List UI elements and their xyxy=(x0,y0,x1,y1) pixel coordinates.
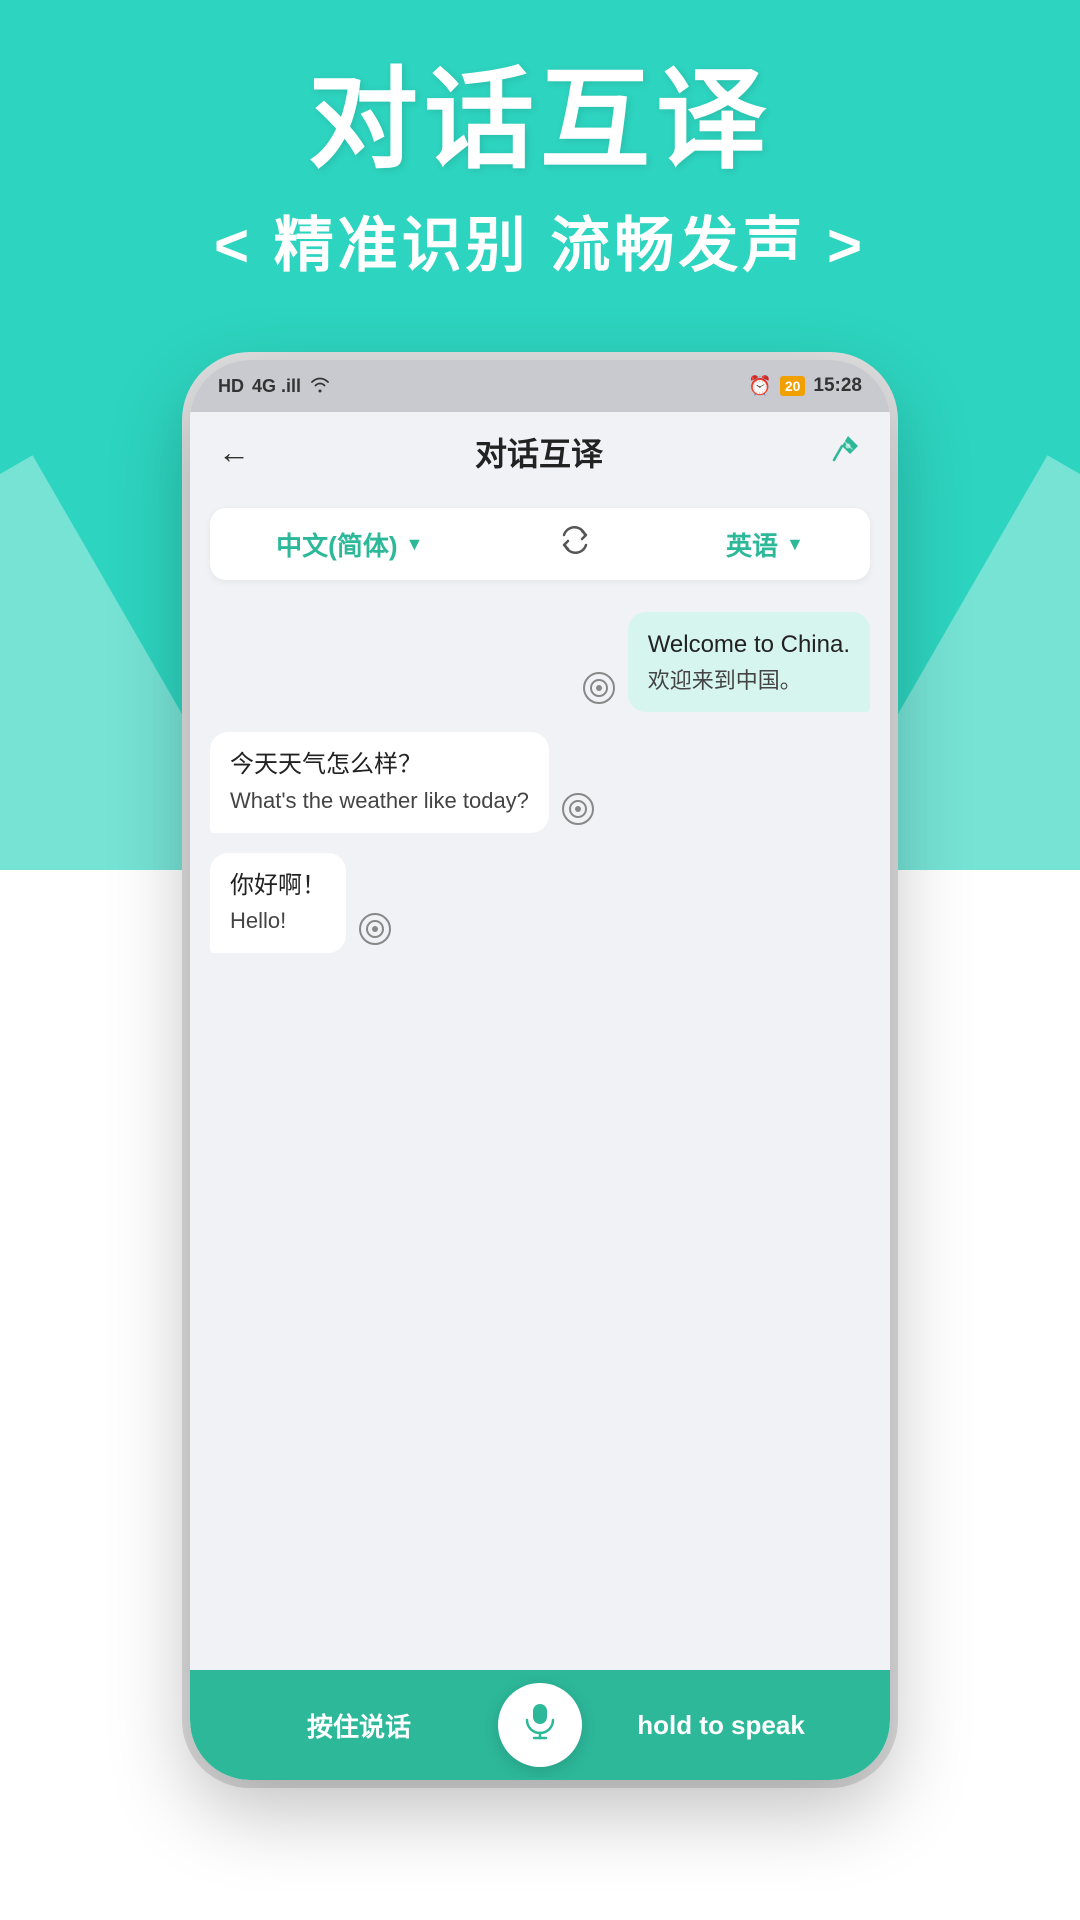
app-header: ← 对话互译 xyxy=(190,412,890,492)
status-left: HD 4G .ill xyxy=(218,375,331,398)
source-lang-label: 中文(简体) xyxy=(276,526,397,563)
speak-button-2[interactable] xyxy=(561,792,595,833)
bubble-content-1: Welcome to China. 欢迎来到中国。 xyxy=(628,612,870,712)
message-1: Welcome to China. 欢迎来到中国。 xyxy=(210,612,870,712)
message-2: 今天天气怎么样？ What's the weather like today? xyxy=(210,732,870,832)
mic-icon xyxy=(520,1700,560,1750)
source-lang-arrow: ▼ xyxy=(405,534,423,555)
language-selector: 中文(简体) ▼ 英语 ▼ xyxy=(210,508,870,580)
speak-right-button[interactable]: hold to speak xyxy=(582,1693,860,1757)
message-3: 你好啊！ Hello! xyxy=(210,853,870,953)
speak-left-button[interactable]: 按住说话 xyxy=(220,1693,498,1757)
message-1-main: Welcome to China. xyxy=(648,628,850,662)
battery-level: 20 xyxy=(780,376,806,396)
mic-button[interactable] xyxy=(498,1683,582,1767)
phone-mockup: HD 4G .ill ⏰ 20 15:28 ← 对话互译 xyxy=(190,360,890,1780)
swap-languages-button[interactable] xyxy=(556,521,594,568)
speak-button-3[interactable] xyxy=(358,912,392,953)
status-bar: HD 4G .ill ⏰ 20 15:28 xyxy=(190,360,890,412)
message-3-main: 你好啊！ xyxy=(230,869,326,903)
message-1-sub: 欢迎来到中国。 xyxy=(648,666,850,697)
speak-button-1[interactable] xyxy=(582,671,616,712)
back-button[interactable]: ← xyxy=(218,434,250,471)
target-lang-label: 英语 xyxy=(726,526,778,563)
chat-area: Welcome to China. 欢迎来到中国。 今天天气怎么样？ What'… xyxy=(190,596,890,1670)
bubble-content-2: 今天天气怎么样？ What's the weather like today? xyxy=(210,732,549,832)
speak-left-label: 按住说话 xyxy=(307,1707,411,1744)
message-2-main: 今天天气怎么样？ xyxy=(230,748,529,782)
signal-bars: 4G .ill xyxy=(252,376,301,397)
target-lang-arrow: ▼ xyxy=(786,534,804,555)
source-language[interactable]: 中文(简体) ▼ xyxy=(276,526,423,563)
status-right: ⏰ 20 15:28 xyxy=(748,374,862,398)
bottom-bar: 按住说话 hold to speak xyxy=(190,1670,890,1780)
bubble-content-3: 你好啊！ Hello! xyxy=(210,853,346,953)
header-area: 对话互译 < 精准识别 流畅发声 > xyxy=(0,60,1080,284)
pin-button[interactable] xyxy=(828,432,862,473)
time-display: 15:28 xyxy=(813,375,862,397)
message-3-sub: Hello! xyxy=(230,906,326,937)
alarm-icon: ⏰ xyxy=(748,374,772,398)
target-language[interactable]: 英语 ▼ xyxy=(726,526,804,563)
message-2-sub: What's the weather like today? xyxy=(230,786,529,817)
main-title: 对话互译 xyxy=(0,60,1080,181)
hd-badge: HD xyxy=(218,376,244,397)
speak-right-label: hold to speak xyxy=(637,1710,805,1741)
sub-title: < 精准识别 流畅发声 > xyxy=(0,197,1080,284)
page-title: 对话互译 xyxy=(475,429,603,475)
wifi-icon xyxy=(309,375,331,398)
